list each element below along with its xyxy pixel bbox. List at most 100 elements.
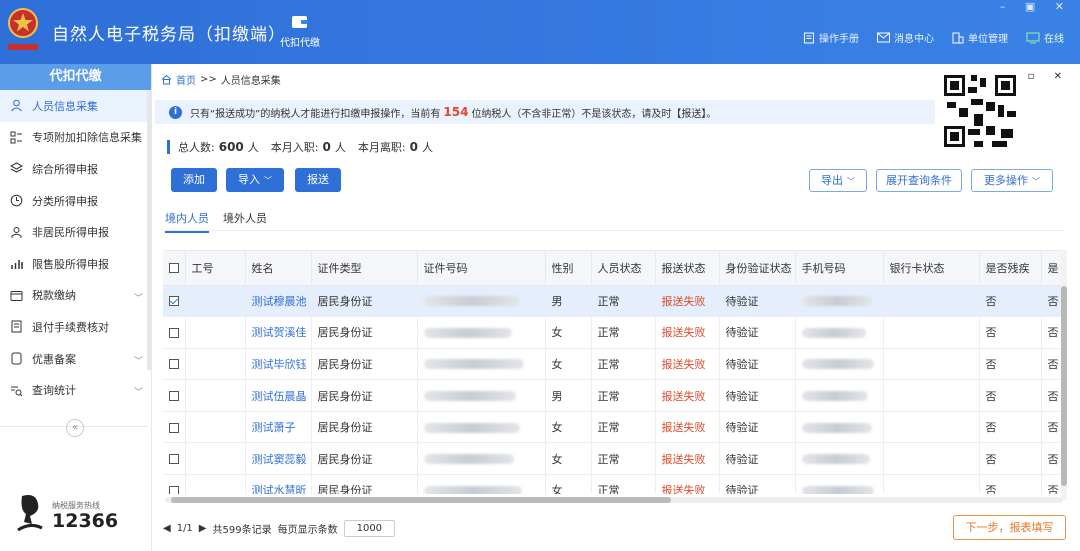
name-cell-text[interactable]: 测试萧子 xyxy=(252,421,296,434)
checkbox-cell[interactable] xyxy=(163,474,186,494)
table-row[interactable]: 测试贺溪佳 居民身份证 女 正常 报送失败 待验证 否 否 xyxy=(163,316,1063,349)
column-header[interactable]: 证件号码 xyxy=(417,251,546,286)
main-panel: 首页 >> 人员信息采集 ▫ ✕ i 只有“报送成功”的纳税人才能进行扣缴申报操… xyxy=(153,64,1080,551)
row-checkbox[interactable] xyxy=(169,359,179,370)
sidebar-item[interactable]: 退付手续费核对 xyxy=(0,311,151,343)
sidebar-item[interactable]: 人员信息采集 xyxy=(0,90,151,122)
online-status[interactable]: 在线 xyxy=(1026,30,1064,45)
name-cell-text[interactable]: 测试毕欣钰 xyxy=(252,358,307,371)
breadcrumb-home[interactable]: 首页 xyxy=(176,72,196,87)
import-button[interactable]: 导入 ﹀ xyxy=(226,168,284,192)
checkbox-cell[interactable] xyxy=(163,379,186,412)
submit-status-cell-text: 报送失败 xyxy=(661,294,706,308)
sidebar-item[interactable]: 税款缴纳 ﹀ xyxy=(0,280,151,312)
column-header[interactable]: 证件类型 xyxy=(311,251,418,286)
sidebar-collapse-button[interactable]: « xyxy=(66,419,84,437)
masked-phone-number xyxy=(801,391,868,402)
row-checkbox[interactable] xyxy=(169,422,179,433)
extra-cell-text: 否 xyxy=(1047,484,1059,494)
select-all-checkbox[interactable] xyxy=(169,263,179,274)
employee-no-cell xyxy=(185,379,246,412)
sidebar-nav: 人员信息采集 专项附加扣除信息采集 综合所得申报 分类所得申报 非居民所得申报 限售股所得… xyxy=(0,90,151,406)
prev-page-icon[interactable]: ◀ xyxy=(163,523,171,534)
name-cell[interactable]: 测试贺溪佳 xyxy=(245,316,312,349)
next-step-button[interactable]: 下一步，报表填写 xyxy=(953,515,1066,540)
row-checkbox[interactable] xyxy=(169,454,179,465)
checkbox-cell[interactable] xyxy=(163,411,186,444)
column-header[interactable]: 人员状态 xyxy=(591,251,656,286)
sidebar-item[interactable]: 限售股所得申报 xyxy=(0,248,151,280)
table-row[interactable]: 测试毕欣钰 居民身份证 女 正常 报送失败 待验证 否 否 xyxy=(163,348,1063,381)
column-header[interactable]: 姓名 xyxy=(245,251,312,286)
bar-chart-icon xyxy=(9,257,23,271)
column-header[interactable]: 手机号码 xyxy=(795,251,884,286)
sidebar-item[interactable]: 分类所得申报 xyxy=(0,185,151,217)
name-cell[interactable]: 测试窦蕊毅 xyxy=(245,442,312,476)
window-controls[interactable]: – ▣ ✕ xyxy=(1000,0,1072,13)
name-cell-text[interactable]: 测试伍晨晶 xyxy=(252,390,307,403)
layers-icon xyxy=(9,162,23,176)
id-type-cell-text: 居民身份证 xyxy=(317,357,373,371)
checkbox-cell[interactable] xyxy=(163,316,186,349)
scroll-thumb[interactable] xyxy=(1061,286,1067,486)
scroll-thumb[interactable] xyxy=(171,497,671,503)
home-icon[interactable] xyxy=(161,74,172,85)
per-page-select[interactable]: 1000 xyxy=(343,520,396,537)
table-row[interactable]: 测试窦蕊毅 居民身份证 女 正常 报送失败 待验证 否 否 xyxy=(163,442,1063,476)
message-center-link[interactable]: 消息中心 xyxy=(877,30,934,45)
row-checkbox[interactable] xyxy=(169,485,179,494)
manual-link[interactable]: 操作手册 xyxy=(803,30,859,45)
sidebar-item[interactable]: 综合所得申报 xyxy=(0,153,151,185)
name-cell-text[interactable]: 测试贺溪佳 xyxy=(252,326,307,339)
table-row[interactable]: 测试萧子 居民身份证 女 正常 报送失败 待验证 否 否 xyxy=(163,411,1063,444)
submit-button[interactable]: 报送 xyxy=(295,168,341,192)
row-checkbox[interactable] xyxy=(169,296,179,307)
checkbox-cell[interactable] xyxy=(163,442,186,476)
table-row[interactable]: 测试伍晨晶 居民身份证 男 正常 报送失败 待验证 否 否 xyxy=(163,379,1063,412)
status-cell: 正常 xyxy=(591,348,656,381)
select-all-cell[interactable] xyxy=(163,251,186,286)
verify-status-cell: 待验证 xyxy=(719,474,796,494)
column-header[interactable]: 银行卡状态 xyxy=(883,251,980,286)
name-cell-text[interactable]: 测试穆晨池 xyxy=(252,295,307,308)
column-header[interactable]: 工号 xyxy=(185,251,246,286)
checkbox-cell[interactable] xyxy=(163,348,186,381)
table-horizontal-scrollbar[interactable] xyxy=(165,497,1063,503)
sidebar-item[interactable]: 查询统计 ﹀ xyxy=(0,374,151,406)
sidebar-item[interactable]: 非居民所得申报 xyxy=(0,216,151,248)
phone-cell xyxy=(795,285,884,318)
row-checkbox[interactable] xyxy=(169,391,179,402)
unit-manage-link[interactable]: 单位管理 xyxy=(952,30,1008,45)
table-row[interactable]: 测试穆晨池 居民身份证 男 正常 报送失败 待验证 否 否 xyxy=(163,285,1063,318)
submit-status-cell: 报送失败 xyxy=(655,316,720,349)
export-button[interactable]: 导出 ﹀ xyxy=(809,169,867,192)
name-cell[interactable]: 测试毕欣钰 xyxy=(245,348,312,381)
sidebar-item[interactable]: 专项附加扣除信息采集 xyxy=(0,122,151,154)
row-checkbox[interactable] xyxy=(169,327,179,338)
checkbox-cell[interactable] xyxy=(163,285,186,318)
more-ops-button[interactable]: 更多操作 ﹀ xyxy=(971,169,1053,192)
module-tab-withholding[interactable]: 代扣代缴 xyxy=(272,10,328,58)
name-cell-text[interactable]: 测试水慧昕 xyxy=(252,484,307,494)
table-row[interactable]: 测试水慧昕 居民身份证 女 正常 报送失败 待验证 否 否 xyxy=(163,474,1063,494)
column-header[interactable]: 是否残疾 xyxy=(979,251,1042,286)
name-cell[interactable]: 测试水慧昕 xyxy=(245,474,312,494)
name-cell[interactable]: 测试萧子 xyxy=(245,411,312,444)
column-header[interactable]: 性别 xyxy=(545,251,592,286)
table-vertical-scrollbar[interactable] xyxy=(1061,250,1067,500)
extra-cell: 否 xyxy=(1041,348,1063,381)
panel-window-controls[interactable]: ▫ ✕ xyxy=(1028,71,1070,82)
next-page-icon[interactable]: ▶ xyxy=(199,523,207,534)
sidebar-header: 代扣代缴 xyxy=(0,64,151,90)
column-header[interactable]: 报送状态 xyxy=(655,251,720,286)
name-cell-text[interactable]: 测试窦蕊毅 xyxy=(252,453,307,466)
column-header[interactable]: 身份验证状态 xyxy=(719,251,796,286)
column-header[interactable]: 是 xyxy=(1041,251,1063,286)
sidebar-item[interactable]: 优惠备案 ﹀ xyxy=(0,343,151,375)
add-button[interactable]: 添加 xyxy=(171,168,217,192)
extra-cell: 否 xyxy=(1041,316,1063,349)
sidebar-scrollbar[interactable] xyxy=(147,90,151,370)
name-cell[interactable]: 测试穆晨池 xyxy=(245,285,312,318)
name-cell[interactable]: 测试伍晨晶 xyxy=(245,379,312,412)
expand-query-button[interactable]: 展开查询条件 xyxy=(876,169,962,192)
